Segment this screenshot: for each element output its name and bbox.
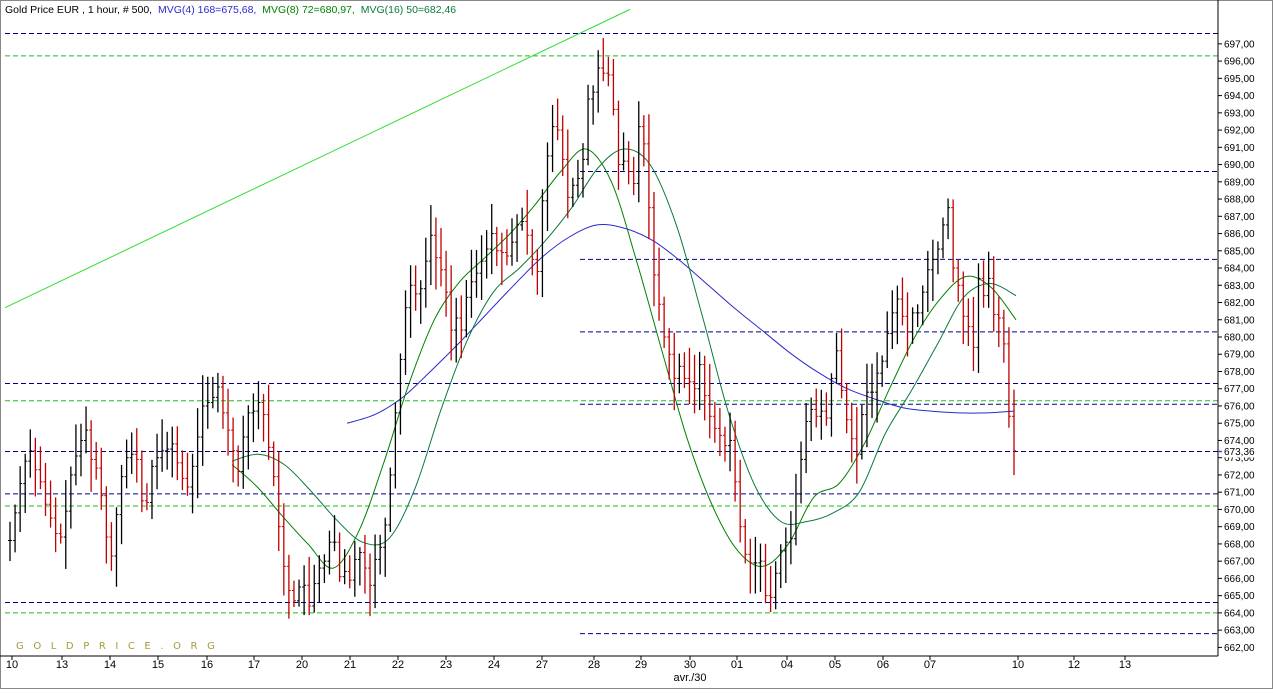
y-tick-label: 670,00 — [1224, 505, 1255, 516]
y-tick-label: 677,00 — [1224, 384, 1255, 395]
price-chart: 662,00 663,00 664,00 665,00 666,00 667,00 668,… — [0, 0, 1273, 689]
y-tick-label: 685,00 — [1224, 246, 1255, 257]
y-tick-label: 668,00 — [1224, 539, 1255, 550]
y-tick-label: 696,00 — [1224, 57, 1255, 68]
y-tick-label: 663,00 — [1224, 626, 1255, 637]
y-tick-label: 697,00 — [1224, 39, 1255, 50]
y-tick-label: 672,00 — [1224, 470, 1255, 481]
x-tick-label: 12 — [1068, 659, 1080, 671]
x-tick-label: 17 — [248, 659, 260, 671]
x-axis-label: avr./30 — [673, 672, 706, 684]
header-title-text: Gold Price EUR , 1 hour, # 500, — [5, 4, 152, 16]
y-tick-label: 662,00 — [1224, 643, 1255, 654]
y-tick-label: 681,00 — [1224, 315, 1255, 326]
y-tick-label: 682,00 — [1224, 298, 1255, 309]
y-tick-label: 678,00 — [1224, 367, 1255, 378]
y-tick-label: 669,00 — [1224, 522, 1255, 533]
x-tick-label: 04 — [781, 659, 793, 671]
y-tick-label: 679,00 — [1224, 350, 1255, 361]
chart-root: 662,00 663,00 664,00 665,00 666,00 667,00 668,… — [0, 0, 1273, 689]
x-tick-label: 23 — [440, 659, 452, 671]
x-tick-label: 29 — [635, 659, 647, 671]
y-tick-label: 676,00 — [1224, 401, 1255, 412]
y-tick-label: 686,00 — [1224, 229, 1255, 240]
y-tick-label: 683,00 — [1224, 281, 1255, 292]
y-tick-label: 689,00 — [1224, 177, 1255, 188]
x-tick-label: 01 — [731, 659, 743, 671]
x-tick-label: 06 — [877, 659, 889, 671]
y-tick-label: 687,00 — [1224, 212, 1255, 223]
x-tick-label: 15 — [152, 659, 164, 671]
y-axis-ticks: 662,00 663,00 664,00 665,00 666,00 667,00 668,… — [1218, 39, 1255, 654]
mvg16-legend: MVG(16) 50=682,46 — [361, 4, 457, 16]
x-tick-label: 28 — [588, 659, 600, 671]
x-tick-label: 24 — [488, 659, 500, 671]
x-tick-label: 27 — [536, 659, 548, 671]
x-axis-ticks: 10 13 14 15 16 17 20 21 22 23 24 27 28 29 30 01 04 05 06 07… — [6, 656, 1131, 671]
x-tick-label: 10 — [6, 659, 18, 671]
y-tick-label: 691,00 — [1224, 143, 1255, 154]
x-tick-label: 16 — [201, 659, 213, 671]
last-price-marker: 673,36 — [1218, 445, 1263, 458]
y-tick-label: 665,00 — [1224, 591, 1255, 602]
watermark: G O L D P R I C E . O R G — [16, 641, 218, 652]
y-tick-label: 666,00 — [1224, 574, 1255, 585]
plot-background — [5, 18, 1218, 656]
x-tick-label: 22 — [392, 659, 404, 671]
x-tick-label: 21 — [344, 659, 356, 671]
y-tick-label: 667,00 — [1224, 557, 1255, 568]
y-tick-label: 680,00 — [1224, 333, 1255, 344]
y-tick-label: 690,00 — [1224, 160, 1255, 171]
plot-area — [5, 18, 1218, 656]
y-tick-label: 671,00 — [1224, 488, 1255, 499]
y-tick-label: 692,00 — [1224, 126, 1255, 137]
last-price-label: 673,36 — [1224, 447, 1255, 458]
x-tick-label: 30 — [684, 659, 696, 671]
mvg4-legend: MVG(4) 168=675,68, — [158, 4, 256, 16]
y-tick-label: 684,00 — [1224, 264, 1255, 275]
x-tick-label: 13 — [56, 659, 68, 671]
y-tick-label: 675,00 — [1224, 419, 1255, 430]
x-tick-label: 13 — [1119, 659, 1131, 671]
y-tick-label: 664,00 — [1224, 608, 1255, 619]
x-tick-label: 05 — [829, 659, 841, 671]
y-tick-label: 695,00 — [1224, 74, 1255, 85]
mvg8-legend: MVG(8) 72=680,97, — [262, 4, 355, 16]
x-tick-label: 10 — [1012, 659, 1024, 671]
header-title: Gold Price EUR , 1 hour, # 500, MVG(4) 1… — [5, 4, 456, 16]
x-tick-label: 14 — [104, 659, 116, 671]
x-tick-label: 20 — [296, 659, 308, 671]
x-tick-label: 07 — [924, 659, 936, 671]
y-tick-label: 688,00 — [1224, 195, 1255, 206]
y-tick-label: 693,00 — [1224, 108, 1255, 119]
y-tick-label: 694,00 — [1224, 91, 1255, 102]
y-tick-label: 674,00 — [1224, 436, 1255, 447]
